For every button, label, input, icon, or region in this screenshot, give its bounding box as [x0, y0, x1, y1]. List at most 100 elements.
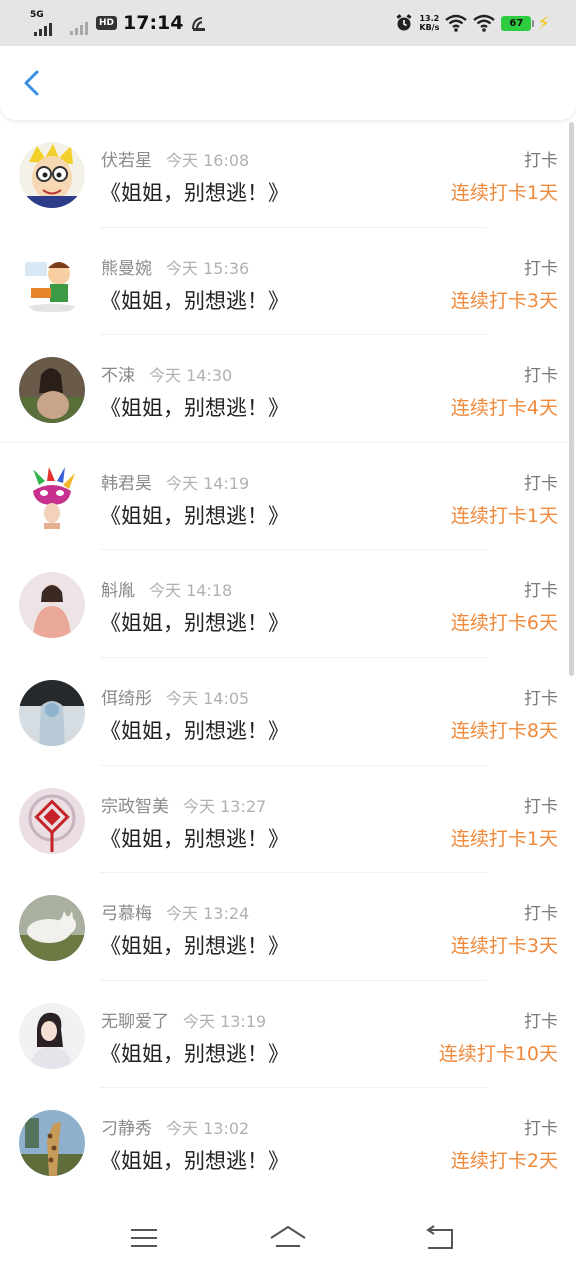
back-button[interactable]	[18, 68, 48, 98]
checkin-label: 打卡	[524, 796, 558, 817]
streak-label: 连续打卡1天	[450, 182, 558, 204]
streak-label: 连续打卡3天	[450, 289, 558, 312]
user-name-line: 佴绮彤 今天 14:05	[101, 684, 249, 709]
streak-label: 连续打卡1天	[450, 827, 558, 850]
streak-label: 连续打卡1天	[450, 504, 558, 527]
user-name[interactable]: 不涑	[101, 366, 135, 386]
book-title[interactable]: 《姐姐，别想逃！》	[100, 500, 289, 530]
photo-avatar-image	[19, 357, 85, 424]
user-name[interactable]: 弓慕梅	[101, 904, 152, 924]
header-bar	[0, 46, 576, 120]
user-name[interactable]: 熊曼婉	[101, 259, 152, 279]
checkin-label: 打卡	[524, 1011, 558, 1032]
timestamp: 今天 14:19	[166, 473, 250, 493]
timestamp: 今天 14:18	[149, 581, 233, 601]
avatar[interactable]	[19, 787, 85, 854]
network-speed: 13.2 KB/s	[419, 14, 439, 32]
status-right: 13.2 KB/s 67 ⚡	[395, 11, 550, 35]
checkin-label: 打卡	[524, 473, 558, 494]
user-name[interactable]: 韩君昊	[101, 474, 152, 494]
avatar[interactable]	[19, 1110, 85, 1177]
book-title[interactable]: 《姐姐，别想逃！》	[100, 930, 289, 960]
list-item[interactable]: 伏若星 今天 16:08 《姐姐，别想逃！》 打卡 连续打卡1天	[0, 120, 576, 228]
wifi-2-icon	[473, 14, 496, 32]
book-title[interactable]: 《姐姐，别想逃！》	[100, 285, 289, 315]
avatar[interactable]	[19, 679, 85, 746]
timestamp: 今天 15:36	[166, 258, 250, 278]
book-title[interactable]: 《姐姐，别想逃！》	[100, 1145, 289, 1175]
list-item[interactable]: 熊曼婉 今天 15:36 《姐姐，别想逃！》 打卡 连续打卡3天	[0, 227, 576, 336]
timestamp: 今天 14:30	[149, 366, 233, 386]
avatar[interactable]	[19, 357, 85, 424]
signal-icon: 5G	[30, 9, 54, 37]
scrollbar[interactable]	[569, 122, 574, 676]
avatar[interactable]	[19, 572, 85, 639]
user-name[interactable]: 刁静秀	[101, 1119, 152, 1139]
list-item[interactable]: 宗政智美 今天 13:27 《姐姐，别想逃！》 打卡 连续打卡1天	[0, 765, 576, 874]
book-title[interactable]: 《姐姐，别想逃！》	[100, 177, 289, 207]
menu-button[interactable]	[124, 1218, 164, 1258]
avatar[interactable]	[19, 142, 85, 208]
cartoon-avatar-image	[19, 249, 85, 316]
list-item[interactable]: 不涑 今天 14:30 《姐姐，别想逃！》 打卡 连续打卡4天	[0, 335, 576, 443]
streak-label: 连续打卡10天	[438, 1042, 558, 1065]
list-item[interactable]: 刁静秀 今天 13:02 《姐姐，别想逃！》 打卡 连续打卡2天	[0, 1088, 576, 1196]
chevron-left-icon	[24, 70, 39, 96]
streak-label: 连续打卡4天	[450, 397, 558, 420]
status-bar: 5G HD 17:14 13.2 KB/s 67 ⚡	[0, 0, 576, 46]
checkin-label: 打卡	[524, 688, 558, 709]
list-item[interactable]: 斛胤 今天 14:18 《姐姐，别想逃！》 打卡 连续打卡6天	[0, 550, 576, 658]
timestamp: 今天 16:08	[166, 151, 250, 170]
streak-label: 连续打卡8天	[450, 719, 558, 742]
network-label: 5G	[30, 10, 44, 20]
photo-avatar-image	[19, 1002, 85, 1069]
avatar[interactable]	[19, 464, 85, 531]
user-name[interactable]: 斛胤	[101, 581, 135, 601]
user-name-line: 伏若星 今天 16:08	[101, 146, 249, 171]
timestamp: 今天 13:02	[166, 1119, 250, 1139]
clock: 17:14	[123, 12, 184, 34]
user-name[interactable]: 宗政智美	[101, 797, 169, 817]
avatar[interactable]	[19, 895, 85, 962]
book-title[interactable]: 《姐姐，别想逃！》	[100, 823, 289, 853]
wifi-icon	[445, 14, 468, 32]
list-item[interactable]: 无聊爱了 今天 13:19 《姐姐，别想逃！》 打卡 连续打卡10天	[0, 980, 576, 1089]
book-title[interactable]: 《姐姐，别想逃！》	[100, 715, 289, 745]
avatar[interactable]	[19, 1002, 85, 1069]
user-name[interactable]: 无聊爱了	[101, 1012, 169, 1032]
user-name-line: 刁静秀 今天 13:02	[101, 1114, 249, 1139]
checkin-label: 打卡	[524, 258, 558, 279]
list-item[interactable]: 佴绮彤 今天 14:05 《姐姐，别想逃！》 打卡 连续打卡8天	[0, 657, 576, 766]
alarm-icon	[396, 14, 412, 31]
list-item[interactable]: 弓慕梅 今天 13:24 《姐姐，别想逃！》 打卡 连续打卡3天	[0, 873, 576, 981]
avatar[interactable]	[19, 249, 85, 316]
book-title[interactable]: 《姐姐，别想逃！》	[100, 1038, 289, 1068]
back-icon	[426, 1225, 453, 1249]
signal-2-icon	[70, 21, 88, 35]
user-name[interactable]: 佴绮彤	[101, 689, 152, 709]
user-name-line: 宗政智美 今天 13:27	[101, 792, 266, 817]
timestamp: 今天 13:27	[183, 796, 267, 816]
streak-label: 连续打卡3天	[450, 935, 558, 958]
user-name-line: 熊曼婉 今天 15:36	[101, 254, 249, 279]
home-button[interactable]	[268, 1218, 308, 1258]
back-nav-button[interactable]	[420, 1218, 460, 1258]
user-name[interactable]: 伏若星	[101, 151, 152, 171]
giraffe-avatar-image	[19, 1110, 85, 1177]
checkin-label: 打卡	[524, 904, 558, 925]
streak-label: 连续打卡2天	[450, 1150, 558, 1173]
speed-unit: KB/s	[419, 23, 440, 32]
battery-icon: 67	[501, 15, 535, 31]
checkin-label: 打卡	[524, 366, 558, 387]
checkin-label: 打卡	[524, 1119, 558, 1140]
cat-avatar-image	[19, 895, 85, 962]
cartoon-avatar-image	[19, 142, 85, 208]
photo-avatar-image	[19, 572, 85, 639]
photo-avatar-image	[19, 679, 85, 746]
home-icon	[270, 1226, 306, 1247]
book-title[interactable]: 《姐姐，别想逃！》	[100, 607, 289, 637]
list-item[interactable]: 韩君昊 今天 14:19 《姐姐，别想逃！》 打卡 连续打卡1天	[0, 442, 576, 551]
book-title[interactable]: 《姐姐，别想逃！》	[100, 392, 289, 422]
checkin-label: 打卡	[524, 581, 558, 602]
checkin-list: 伏若星 今天 16:08 《姐姐，别想逃！》 打卡 连续打卡1天 熊曼婉 今天 15…	[0, 120, 576, 1196]
